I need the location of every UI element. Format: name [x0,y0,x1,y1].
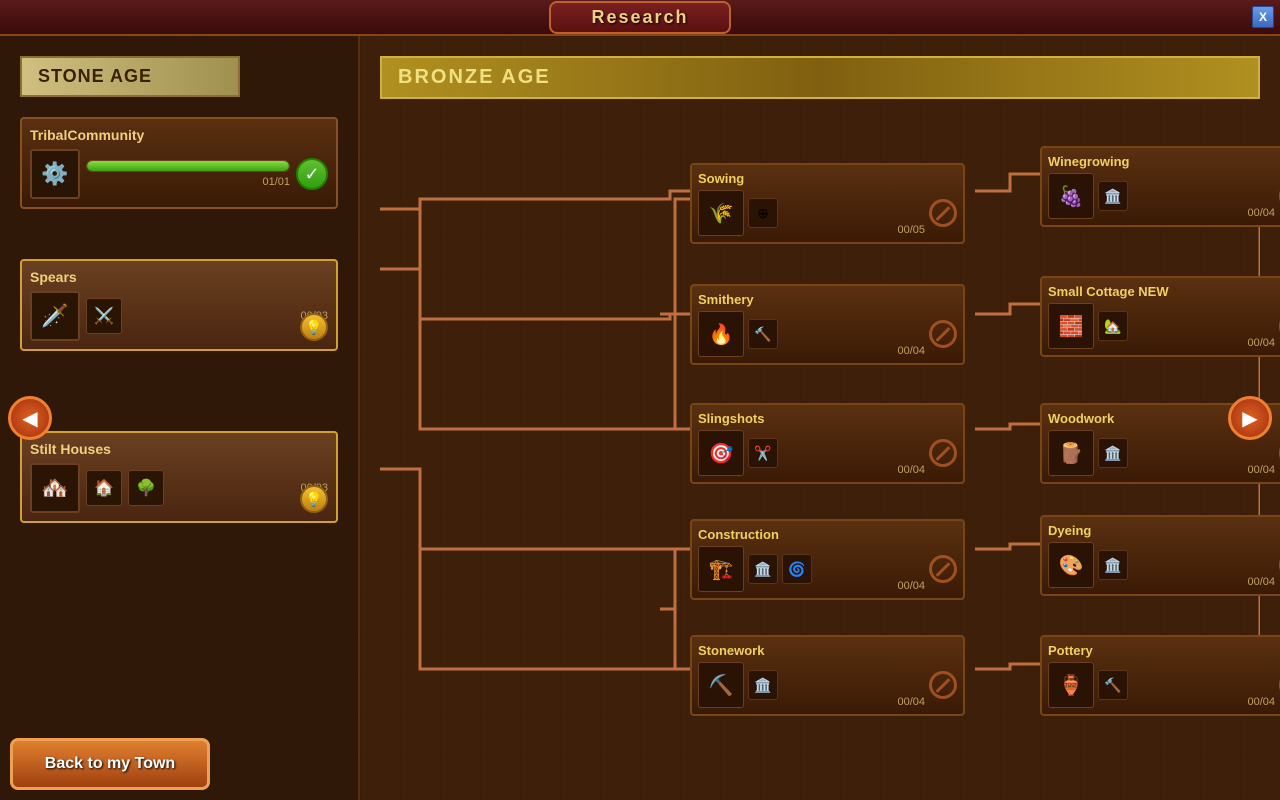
spears-lightbulb: 💡 [300,313,328,341]
smithery-title: Smithery [698,292,957,307]
stonework-node[interactable]: Stonework ⛏️ 🏛️ 00/04 [690,635,965,716]
stilt-houses-lightbulb: 💡 [300,485,328,513]
stilt-houses-icon2: 🏠 [86,470,122,506]
pottery-node[interactable]: Pottery 🏺 🔨 00/04 [1040,635,1280,716]
spears-icon2: ⚔️ [86,298,122,334]
tribal-community-card[interactable]: TribalCommunity ⚙️ 01/01 ✓ [20,117,338,209]
stilt-houses-icon3: 🌳 [128,470,164,506]
construction-title: Construction [698,527,957,542]
small-cottage-icon2: 🏡 [1098,311,1128,341]
tree-container: Sowing 🌾 ⊕ 00/05 Winegrowing 🍇 🏛️ 00/04 [380,119,1260,763]
smithery-no-entry [929,320,957,348]
woodwork-count: 00/04 [1247,464,1275,476]
woodwork-icon2: 🏛️ [1098,438,1128,468]
main-area: ◀ STONE AGE TribalCommunity ⚙️ 01/01 ✓ S… [0,36,1280,800]
stonework-count: 00/04 [897,696,925,708]
left-nav-arrow[interactable]: ◀ [8,396,52,440]
tribal-community-check: ✓ [296,158,328,190]
dyeing-count: 00/04 [1247,576,1275,588]
pottery-title: Pottery [1048,643,1280,658]
tribal-community-progress-bar [86,160,290,172]
dyeing-title: Dyeing [1048,523,1280,538]
construction-no-entry [929,555,957,583]
smithery-icon: 🔥 [698,311,744,357]
sowing-icon2: ⊕ [748,198,778,228]
stonework-title: Stonework [698,643,957,658]
right-nav-arrow[interactable]: ▶ [1228,396,1272,440]
left-panel: STONE AGE TribalCommunity ⚙️ 01/01 ✓ Spe… [0,36,360,800]
slingshots-count: 00/04 [897,464,925,476]
spears-icon: 🗡️ [30,291,80,341]
back-to-town-button[interactable]: Back to my Town [10,738,210,790]
woodwork-icon: 🪵 [1048,430,1094,476]
construction-icon: 🏗️ [698,546,744,592]
stone-age-label: STONE AGE [20,56,240,97]
pottery-icon: 🏺 [1048,662,1094,708]
winegrowing-icon2: 🏛️ [1098,181,1128,211]
winegrowing-node[interactable]: Winegrowing 🍇 🏛️ 00/04 [1040,146,1280,227]
smithery-node[interactable]: Smithery 🔥 🔨 00/04 [690,284,965,365]
slingshots-no-entry [929,439,957,467]
stonework-no-entry [929,671,957,699]
dyeing-icon: 🎨 [1048,542,1094,588]
stilt-houses-title: Stilt Houses [30,441,328,457]
tribal-community-icon: ⚙️ [30,149,80,199]
smithery-count: 00/04 [897,345,925,357]
sowing-no-entry [929,199,957,227]
slingshots-icon2: ✂️ [748,438,778,468]
slingshots-title: Slingshots [698,411,957,426]
pottery-icon2: 🔨 [1098,670,1128,700]
sowing-count: 00/05 [897,224,925,236]
slingshots-node[interactable]: Slingshots 🎯 ✂️ 00/04 [690,403,965,484]
stonework-icon2: 🏛️ [748,670,778,700]
winegrowing-icon: 🍇 [1048,173,1094,219]
small-cottage-node[interactable]: Small Cottage NEW 🧱 🏡 00/04 [1040,276,1280,357]
bronze-age-header: BRONZE AGE [380,56,1260,99]
small-cottage-title: Small Cottage NEW [1048,284,1280,299]
slingshots-icon: 🎯 [698,430,744,476]
construction-node[interactable]: Construction 🏗️ 🏛️ 🌀 00/04 [690,519,965,600]
sowing-icon: 🌾 [698,190,744,236]
page-title: Research [591,7,688,27]
smithery-icon2: 🔨 [748,319,778,349]
dyeing-icon2: 🏛️ [1098,550,1128,580]
tribal-community-title: TribalCommunity [30,127,328,143]
construction-icon2: 🏛️ [748,554,778,584]
close-button[interactable]: X [1252,6,1274,28]
right-panel: BRONZE AGE [360,36,1280,800]
tribal-community-progress-text: 01/01 [86,176,290,188]
stilt-houses-icon: 🏘️ [30,463,80,513]
pottery-count: 00/04 [1247,696,1275,708]
sowing-node[interactable]: Sowing 🌾 ⊕ 00/05 [690,163,965,244]
sowing-title: Sowing [698,171,957,186]
title-bar: Research X [0,0,1280,36]
spears-title: Spears [30,269,328,285]
small-cottage-icon: 🧱 [1048,303,1094,349]
stonework-icon: ⛏️ [698,662,744,708]
construction-count: 00/04 [897,580,925,592]
winegrowing-title: Winegrowing [1048,154,1280,169]
winegrowing-count: 00/04 [1247,207,1275,219]
spears-card[interactable]: Spears 🗡️ ⚔️ 00/03 💡 [20,259,338,351]
stilt-houses-card[interactable]: Stilt Houses 🏘️ 🏠 🌳 00/03 💡 [20,431,338,523]
construction-icon3: 🌀 [782,554,812,584]
small-cottage-count: 00/04 [1247,337,1275,349]
bronze-age-title: BRONZE AGE [398,66,551,88]
dyeing-node[interactable]: Dyeing 🎨 🏛️ 00/04 [1040,515,1280,596]
